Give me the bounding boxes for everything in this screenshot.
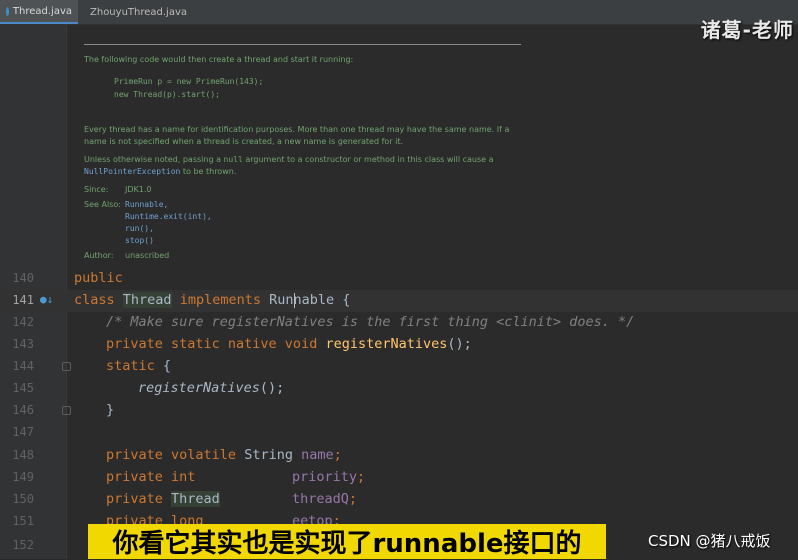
line-number: 141 (12, 293, 34, 307)
line-number: 146 (12, 403, 34, 417)
video-subtitle: 你看它其实也是实现了runnable接口的 (88, 524, 606, 559)
field-name: priority (292, 469, 358, 485)
interface-name-part: Run (269, 292, 294, 308)
code-line[interactable]: 149 private int priority; (0, 467, 798, 489)
javadoc-paragraph: Unless otherwise noted, passing a null a… (84, 154, 524, 178)
code-text: private static native void registerNativ… (106, 336, 472, 352)
watermark: 诸葛-老师 (700, 18, 794, 42)
line-number: 143 (12, 337, 34, 351)
author-label: Author: (84, 251, 114, 260)
code-line[interactable]: 143 private static native void registerN… (0, 334, 798, 356)
see-also-link[interactable]: Runtime.exit(int), (125, 212, 212, 221)
fold-icon[interactable] (62, 362, 71, 371)
keyword: static (106, 358, 155, 374)
code-text: class Thread implements Runnable { (74, 292, 350, 308)
text: Unless otherwise noted, passing a (84, 155, 224, 164)
punctuation: (); (447, 336, 472, 352)
code-line-current[interactable]: 141 ●↓ class Thread implements Runnable … (0, 290, 798, 312)
comment: /* Make sure registerNatives is the firs… (106, 314, 635, 330)
code-line[interactable]: 146 } (0, 400, 798, 422)
code-line[interactable]: 140 public (0, 268, 798, 290)
code-text: private volatile String name; (106, 447, 342, 463)
tab-thread-java[interactable]: Thread.java (0, 0, 78, 24)
field-name: threadQ (292, 491, 349, 507)
javadoc-divider (84, 44, 521, 45)
see-also-link[interactable]: stop() (125, 236, 154, 245)
code-text: registerNatives(); (138, 380, 284, 396)
code-text: public (74, 270, 123, 286)
method-name: registerNatives (325, 336, 448, 352)
link-nullpointerexception[interactable]: NullPointerException (84, 167, 180, 176)
method-call: registerNatives (138, 380, 260, 396)
keyword: private volatile (106, 447, 237, 463)
editor-tab-bar: Thread.java ZhouyuThread.java (0, 0, 798, 25)
csdn-credit: CSDN @猪八戒饭 (648, 532, 771, 550)
see-also-label: See Also: (84, 200, 121, 209)
keyword: private int (106, 469, 196, 485)
code-line[interactable]: 145 registerNatives(); (0, 378, 798, 400)
line-number: 152 (12, 538, 34, 552)
code-text: private Thread (106, 491, 220, 507)
text: to be thrown. (180, 167, 237, 176)
punctuation: { (154, 358, 172, 374)
line-number: 148 (12, 448, 34, 462)
code-line[interactable]: 147 (0, 422, 798, 444)
rendered-javadoc: The following code would then create a t… (75, 30, 530, 268)
code-line[interactable]: 150 private Thread threadQ; (0, 489, 798, 511)
javadoc-paragraph: Every thread has a name for identificati… (84, 125, 510, 146)
line-number: 147 (12, 425, 34, 439)
tab-zhouyuthread-java[interactable]: ZhouyuThread.java (80, 0, 187, 24)
keyword: implements (179, 292, 261, 308)
code-text: static { (106, 358, 171, 374)
javadoc-code-line: new Thread(p).start(); (114, 90, 220, 99)
code-text: private int (106, 469, 195, 485)
javadoc-code-line: PrimeRun p = new PrimeRun(143); (114, 77, 264, 86)
keyword: private (106, 491, 163, 507)
field-name: name (301, 447, 334, 463)
since-value: JDK1.0 (125, 185, 152, 194)
line-number: 145 (12, 381, 34, 395)
line-number: 140 (12, 271, 34, 285)
code-text: priority; (292, 469, 366, 485)
type-name: Thread (171, 491, 220, 507)
keyword: class (74, 292, 115, 308)
code-line[interactable]: 142 /* Make sure registerNatives is the … (0, 312, 798, 334)
fold-icon[interactable] (62, 406, 71, 415)
code-line[interactable]: 148 private volatile String name; (0, 445, 798, 467)
interface-name-part: nable { (293, 292, 351, 308)
keyword: public (74, 270, 123, 286)
class-name: Thread (122, 292, 172, 308)
line-number: 149 (12, 470, 34, 484)
line-number: 150 (12, 492, 34, 506)
see-also-link[interactable]: Runnable, (125, 200, 168, 209)
implementations-marker-icon[interactable]: ●↓ (40, 293, 54, 307)
code-text: threadQ; (292, 491, 358, 507)
tab-label: Thread.java (12, 5, 72, 17)
text: argument to a constructor or method in t… (242, 155, 494, 164)
line-number: 142 (12, 315, 34, 329)
javadoc-intro: The following code would then create a t… (84, 55, 354, 64)
code-null: null (223, 155, 243, 164)
line-number: 151 (12, 514, 34, 528)
code-line[interactable]: 144 static { (0, 356, 798, 378)
tab-label: ZhouyuThread.java (90, 6, 187, 18)
code-text: /* Make sure registerNatives is the firs… (106, 314, 634, 330)
punctuation: } (106, 402, 115, 418)
since-label: Since: (84, 185, 109, 194)
code-text: } (106, 402, 114, 418)
java-class-icon (6, 6, 9, 16)
keyword: private static native void (106, 336, 318, 352)
line-number: 144 (12, 359, 34, 373)
author-value: unascribed (125, 251, 170, 260)
punctuation: (); (259, 380, 285, 396)
see-also-link[interactable]: run(), (125, 224, 154, 233)
type-name: String (244, 447, 293, 463)
